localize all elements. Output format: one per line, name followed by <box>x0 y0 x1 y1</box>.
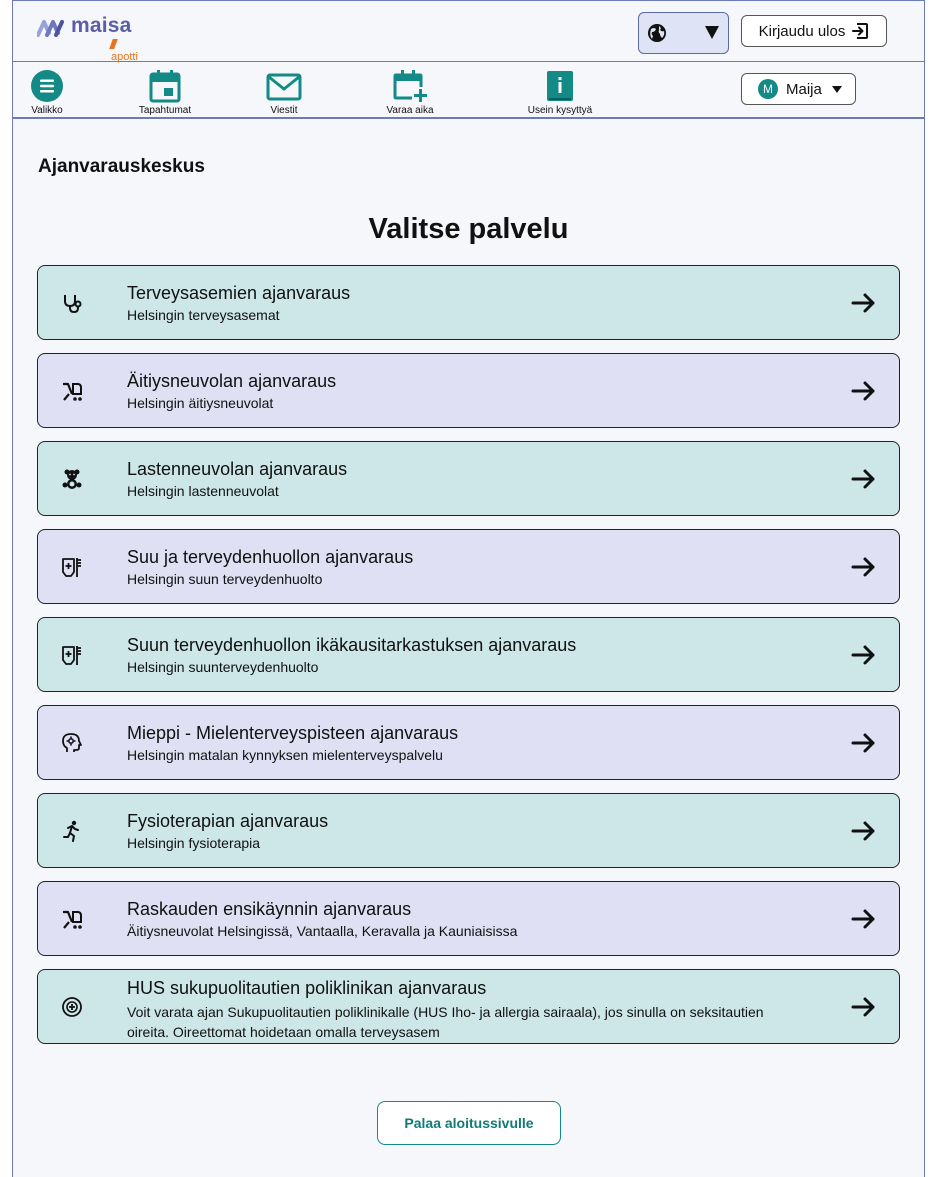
service-title: Mieppi - Mielenterveyspisteen ajanvaraus <box>127 723 459 743</box>
logout-button[interactable]: Kirjaudu ulos <box>741 15 887 47</box>
user-menu-button[interactable]: M Maija <box>741 73 856 105</box>
service-title: Fysioterapian ajanvaraus <box>127 811 329 831</box>
toothpaste-icon <box>62 646 81 665</box>
top-bar: maisa apotti Kirjaudu ulos <box>13 1 924 63</box>
arrow-right-icon <box>851 381 875 401</box>
logout-label: Kirjaudu ulos <box>758 22 846 40</box>
service-subtitle: Helsingin suun terveydenhuolto <box>127 571 323 587</box>
nav-item-valikko[interactable]: Valikko <box>27 69 67 116</box>
arrow-right-icon <box>851 733 875 753</box>
service-subtitle: Helsingin suunterveydenhuolto <box>127 659 319 675</box>
head-gear-icon <box>62 733 82 752</box>
nav-label-tapahtumat: Tapahtumat <box>138 105 192 116</box>
logout-icon <box>852 23 869 39</box>
brand-name: maisa <box>71 14 132 37</box>
service-title: Raskauden ensikäynnin ajanvaraus <box>127 899 412 919</box>
toothpaste-icon <box>62 558 81 577</box>
nav-label-varaa-aika: Varaa aika <box>386 105 434 116</box>
language-select[interactable] <box>638 12 729 54</box>
arrow-right-icon <box>851 645 875 665</box>
service-title: HUS sukupuolitautien poliklinikan ajanva… <box>127 978 487 998</box>
info-icon <box>547 71 573 101</box>
calendar-icon <box>149 70 181 103</box>
section-title: Ajanvarauskeskus <box>38 156 205 177</box>
service-card-lastenneuvola[interactable]: Lastenneuvolan ajanvaraus Helsingin last… <box>37 441 900 516</box>
service-subtitle: Äitiysneuvolat Helsingissä, Vantaalla, K… <box>127 923 518 939</box>
nav-label-usein-kysyttya: Usein kysyttyä <box>527 105 593 116</box>
service-title: Suun terveydenhuollon ikäkausitarkastuks… <box>127 635 577 655</box>
service-card-terveysasemat[interactable]: Terveysasemien ajanvaraus Helsingin terv… <box>37 265 900 340</box>
service-subtitle: Helsingin äitiysneuvolat <box>127 395 274 411</box>
user-name: Maija <box>786 80 822 98</box>
maisa-logo-mark-icon <box>37 20 64 37</box>
service-card-ikakausitarkastus[interactable]: Suun terveydenhuollon ikäkausitarkastuks… <box>37 617 900 692</box>
nav-item-tapahtumat[interactable]: Tapahtumat <box>130 69 200 116</box>
nav-label-viestit: Viestit <box>270 105 298 116</box>
service-card-aitiysneuvola[interactable]: Äitiysneuvolan ajanvaraus Helsingin äiti… <box>37 353 900 428</box>
app-frame: maisa apotti Kirjaudu ulos Valikko Tapah… <box>12 0 925 1177</box>
medical-plus-icon <box>62 997 82 1017</box>
service-card-raskauden-ensikaynti[interactable]: Raskauden ensikäynnin ajanvaraus Äitiysn… <box>37 881 900 956</box>
avatar: M <box>758 79 778 99</box>
arrow-right-icon <box>851 997 875 1017</box>
nav-item-usein-kysyttya[interactable]: Usein kysyttyä <box>520 69 600 116</box>
menu-icon <box>31 70 63 102</box>
service-subtitle: Helsingin lastenneuvolat <box>127 483 279 499</box>
service-subtitle: Helsingin terveysasemat <box>127 307 280 323</box>
stroller-icon <box>63 382 82 401</box>
mail-icon <box>266 73 302 101</box>
calendar-plus-icon <box>393 70 427 102</box>
service-title: Äitiysneuvolan ajanvaraus <box>127 371 337 391</box>
service-subtitle: Voit varata ajan Sukupuolitautien polikl… <box>127 1004 764 1040</box>
brand-sub: apotti <box>109 39 138 63</box>
nav-item-varaa-aika[interactable]: Varaa aika <box>381 69 439 116</box>
nav-bar: Valikko Tapahtumat Viestit Varaa aika Us… <box>13 62 924 119</box>
stroller-icon <box>63 910 82 929</box>
arrow-right-icon <box>851 469 875 489</box>
arrow-right-icon <box>851 909 875 929</box>
service-card-hus-sukupuolitaudit[interactable]: HUS sukupuolitautien poliklinikan ajanva… <box>37 969 900 1044</box>
service-card-fysioterapia[interactable]: Fysioterapian ajanvaraus Helsingin fysio… <box>37 793 900 868</box>
globe-icon <box>648 24 666 42</box>
back-to-home-button[interactable]: Palaa aloitussivulle <box>377 1101 561 1145</box>
nav-item-viestit[interactable]: Viestit <box>263 69 305 116</box>
service-card-mieppi[interactable]: Mieppi - Mielenterveyspisteen ajanvaraus… <box>37 705 900 780</box>
service-card-suun-terveydenhuolto[interactable]: Suu ja terveydenhuollon ajanvaraus Helsi… <box>37 529 900 604</box>
service-title: Lastenneuvolan ajanvaraus <box>127 459 348 479</box>
stethoscope-icon <box>64 295 82 314</box>
chevron-down-icon <box>831 85 842 93</box>
chevron-down-icon <box>705 26 719 39</box>
arrow-right-icon <box>851 821 875 841</box>
service-title: Terveysasemien ajanvaraus <box>127 283 351 303</box>
nav-label-valikko: Valikko <box>31 105 63 116</box>
service-subtitle: Helsingin matalan kynnyksen mielentervey… <box>127 747 443 763</box>
service-subtitle: Helsingin fysioterapia <box>127 835 261 851</box>
arrow-right-icon <box>851 557 875 577</box>
teddy-bear-icon <box>62 469 82 489</box>
page-title: Valitse palvelu <box>368 213 569 245</box>
service-title: Suu ja terveydenhuollon ajanvaraus <box>127 547 414 567</box>
maisa-logo[interactable]: maisa apotti <box>37 14 138 63</box>
arrow-right-icon <box>851 293 875 313</box>
running-person-icon <box>63 820 79 842</box>
